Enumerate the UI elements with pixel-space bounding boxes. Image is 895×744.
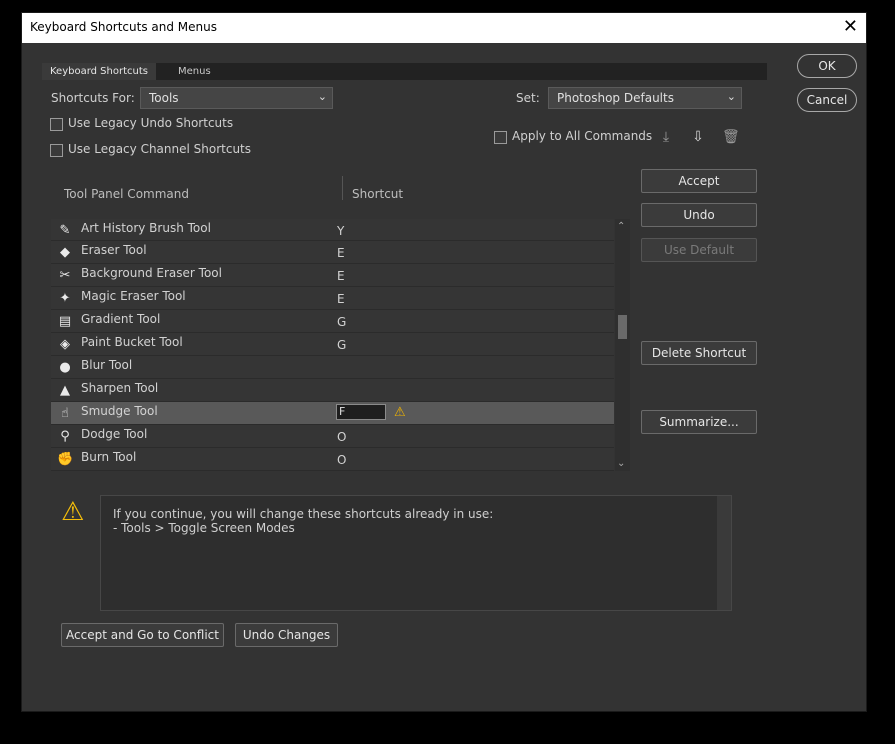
cancel-button[interactable]: Cancel: [797, 88, 857, 112]
shortcut-table: ✎ Art History Brush Tool Y ◆ Eraser Tool…: [51, 219, 614, 471]
accept-button[interactable]: Accept: [641, 169, 757, 193]
scroll-down-icon[interactable]: ⌄: [617, 458, 625, 469]
use-default-button[interactable]: Use Default: [641, 238, 757, 262]
row-command: Dodge Tool: [81, 427, 148, 441]
save-as-set-icon[interactable]: ⇩: [690, 129, 706, 145]
table-row[interactable]: ▲ Sharpen Tool: [51, 379, 614, 402]
conflict-message-box: If you continue, you will change these s…: [100, 495, 732, 611]
accept-and-go-to-conflict-button[interactable]: Accept and Go to Conflict: [61, 623, 224, 647]
row-command: Sharpen Tool: [81, 381, 159, 395]
art-history-brush-icon: ✎: [59, 223, 71, 238]
smudge-icon: ☝: [61, 406, 69, 421]
shortcut-edit-field[interactable]: F: [336, 404, 386, 420]
burn-icon: ✊: [57, 452, 74, 467]
paint-bucket-icon: ◈: [60, 337, 70, 352]
table-scrollbar[interactable]: ⌃ ⌄: [615, 219, 630, 471]
apply-all-checkbox[interactable]: [494, 131, 507, 144]
row-shortcut[interactable]: Y: [337, 224, 344, 238]
set-label: Set:: [516, 91, 540, 105]
table-row[interactable]: ◆ Eraser Tool E: [51, 241, 614, 264]
legacy-channel-checkbox[interactable]: [50, 144, 63, 157]
close-icon[interactable]: ✕: [843, 17, 858, 37]
table-row[interactable]: ◈ Paint Bucket Tool G: [51, 333, 614, 356]
row-shortcut[interactable]: E: [337, 292, 345, 306]
row-command: Magic Eraser Tool: [81, 289, 186, 303]
shortcuts-for-label: Shortcuts For:: [51, 91, 135, 105]
column-header-shortcut: Shortcut: [352, 187, 404, 201]
conflict-message-line1: If you continue, you will change these s…: [113, 507, 494, 521]
row-shortcut[interactable]: O: [337, 430, 346, 444]
row-shortcut[interactable]: G: [337, 338, 346, 352]
warning-icon: ⚠: [394, 405, 406, 420]
set-value: Photoshop Defaults: [557, 91, 674, 105]
table-row-selected[interactable]: ☝ Smudge Tool F ⚠: [51, 402, 614, 425]
row-command: Paint Bucket Tool: [81, 335, 183, 349]
message-scrollbar[interactable]: [717, 496, 731, 610]
shortcuts-for-value: Tools: [149, 91, 179, 105]
table-row[interactable]: ⚲ Dodge Tool O: [51, 425, 614, 448]
row-shortcut[interactable]: O: [337, 453, 346, 467]
shortcuts-for-select[interactable]: Tools ⌄: [140, 87, 333, 109]
tab-strip: Keyboard Shortcuts Menus: [42, 63, 767, 80]
legacy-channel-label: Use Legacy Channel Shortcuts: [68, 142, 252, 156]
title-bar: Keyboard Shortcuts and Menus ✕: [22, 13, 866, 43]
row-shortcut[interactable]: G: [337, 315, 346, 329]
conflict-warning-icon: ⚠: [61, 497, 85, 527]
undo-changes-button[interactable]: Undo Changes: [235, 623, 338, 647]
scroll-up-icon[interactable]: ⌃: [617, 221, 625, 232]
table-row[interactable]: ✊ Burn Tool O: [51, 448, 614, 471]
chevron-down-icon: ⌄: [726, 90, 736, 103]
row-shortcut[interactable]: E: [337, 269, 345, 283]
column-separator: [342, 176, 343, 200]
row-command: Burn Tool: [81, 450, 137, 464]
row-command: Art History Brush Tool: [81, 221, 211, 235]
undo-button[interactable]: Undo: [641, 203, 757, 227]
legacy-undo-label: Use Legacy Undo Shortcuts: [68, 116, 234, 130]
row-command: Eraser Tool: [81, 243, 147, 257]
column-header-command: Tool Panel Command: [64, 187, 189, 201]
row-command: Blur Tool: [81, 358, 133, 372]
scroll-thumb[interactable]: [618, 315, 627, 339]
delete-shortcut-button[interactable]: Delete Shortcut: [641, 341, 757, 365]
tab-menus[interactable]: Menus: [170, 63, 219, 80]
row-shortcut[interactable]: E: [337, 246, 345, 260]
summarize-button[interactable]: Summarize...: [641, 410, 757, 434]
dodge-icon: ⚲: [60, 429, 70, 444]
sharpen-icon: ▲: [60, 383, 70, 398]
background-eraser-icon: ✂: [59, 268, 71, 283]
save-set-icon[interactable]: ⤓: [658, 129, 674, 145]
table-row[interactable]: ✂ Background Eraser Tool E: [51, 264, 614, 287]
dialog-title: Keyboard Shortcuts and Menus: [30, 20, 217, 34]
chevron-down-icon: ⌄: [317, 90, 327, 103]
gradient-icon: ▤: [58, 314, 72, 329]
trash-icon[interactable]: 🗑: [722, 129, 740, 145]
table-row[interactable]: ▤ Gradient Tool G: [51, 310, 614, 333]
row-command: Smudge Tool: [81, 404, 158, 418]
apply-all-label: Apply to All Commands: [512, 129, 653, 143]
table-row[interactable]: ✦ Magic Eraser Tool E: [51, 287, 614, 310]
blur-icon: ●: [59, 360, 71, 375]
row-command: Background Eraser Tool: [81, 266, 222, 280]
conflict-message-line2: - Tools > Toggle Screen Modes: [113, 521, 295, 535]
ok-button[interactable]: OK: [797, 54, 857, 78]
row-command: Gradient Tool: [81, 312, 161, 326]
tab-keyboard-shortcuts[interactable]: Keyboard Shortcuts: [42, 63, 156, 80]
set-select[interactable]: Photoshop Defaults ⌄: [548, 87, 742, 109]
eraser-icon: ◆: [60, 245, 70, 260]
legacy-undo-checkbox[interactable]: [50, 118, 63, 131]
table-row[interactable]: ● Blur Tool: [51, 356, 614, 379]
table-row[interactable]: ✎ Art History Brush Tool Y: [51, 219, 614, 241]
magic-eraser-icon: ✦: [59, 291, 71, 306]
